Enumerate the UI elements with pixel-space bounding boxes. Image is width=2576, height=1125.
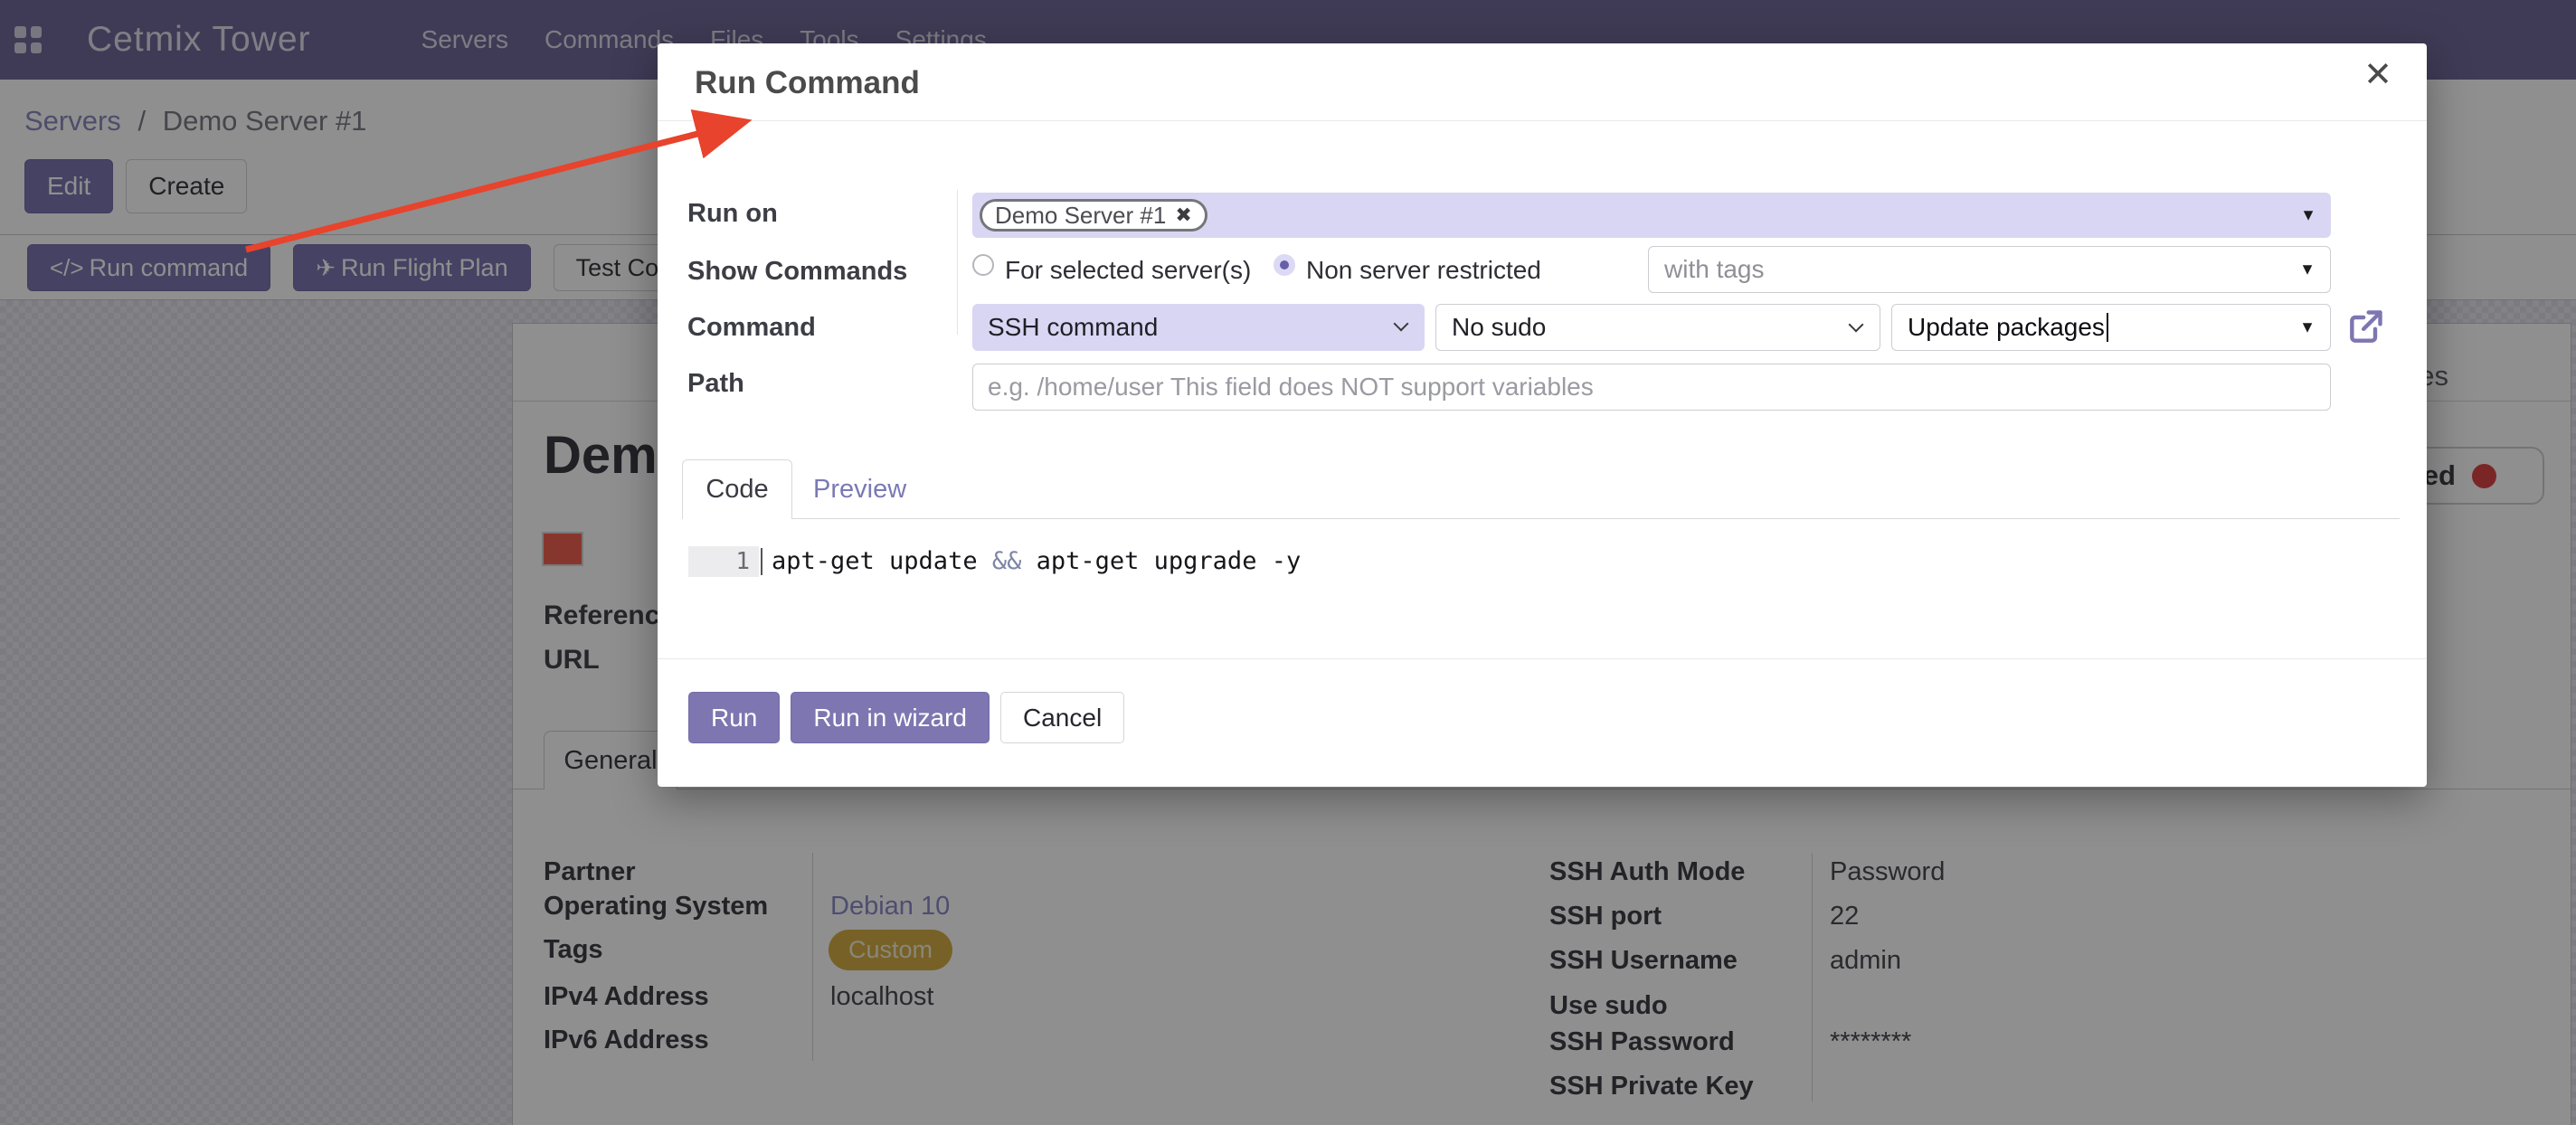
with-tags-placeholder: with tags [1664, 255, 1765, 284]
tab-code[interactable]: Code [682, 459, 792, 519]
command-ref-value: Update packages [1908, 313, 2105, 342]
modal-footer-divider [658, 658, 2427, 659]
radio-for-selected-servers-label[interactable]: For selected server(s) [1005, 256, 1251, 285]
sudo-select[interactable]: No sudo [1435, 304, 1880, 351]
run-on-field[interactable]: Demo Server #1 ✖ ▼ [972, 193, 2331, 238]
external-link-icon[interactable] [2345, 307, 2385, 347]
radio-non-server-restricted[interactable] [1274, 254, 1295, 276]
code-editor[interactable]: 1 apt-get update && apt-get upgrade -y [688, 546, 1301, 577]
code-line-text: apt-get update && apt-get upgrade -y [772, 546, 1301, 577]
modal-footer: Run Run in wizard Cancel [688, 692, 1124, 743]
path-input[interactable] [972, 364, 2331, 411]
modal-tab-line [682, 518, 2400, 519]
run-button[interactable]: Run [688, 692, 780, 743]
editor-caret [761, 548, 762, 575]
run-on-label: Run on [687, 199, 778, 229]
run-command-modal: Run Command ✕ Run on Show Commands Comma… [658, 43, 2427, 787]
select-chevron-icon [1394, 317, 1409, 332]
run-in-wizard-button[interactable]: Run in wizard [791, 692, 990, 743]
code-part2: apt-get upgrade -y [1021, 547, 1301, 575]
tag-remove-icon[interactable]: ✖ [1175, 203, 1191, 227]
cancel-button[interactable]: Cancel [1000, 692, 1124, 743]
dropdown-arrow-icon[interactable]: ▼ [2300, 206, 2316, 225]
modal-group-separator [957, 190, 958, 335]
command-ref-combobox[interactable]: Update packages ▼ [1891, 304, 2331, 351]
dropdown-arrow-icon: ▼ [2299, 318, 2316, 337]
radio-non-server-restricted-label[interactable]: Non server restricted [1306, 256, 1541, 285]
modal-title: Run Command [695, 65, 920, 101]
text-caret [2107, 313, 2108, 342]
command-type-value: SSH command [988, 313, 1158, 342]
radio-for-selected-servers[interactable] [972, 254, 994, 276]
dropdown-arrow-icon: ▼ [2299, 260, 2316, 279]
code-line-number: 1 [688, 546, 759, 577]
sudo-value: No sudo [1452, 313, 1546, 342]
show-commands-label: Show Commands [687, 257, 907, 287]
select-chevron-icon [1849, 317, 1864, 333]
server-tag-label: Demo Server #1 [995, 202, 1166, 230]
path-label: Path [687, 369, 744, 399]
code-operator: && [992, 547, 1022, 575]
with-tags-dropdown[interactable]: with tags ▼ [1648, 246, 2331, 293]
code-part1: apt-get update [772, 547, 992, 575]
tab-preview[interactable]: Preview [813, 475, 906, 505]
close-icon[interactable]: ✕ [2363, 58, 2392, 92]
modal-header-divider [658, 120, 2427, 121]
server-tag-pill: Demo Server #1 ✖ [980, 199, 1208, 232]
command-type-select[interactable]: SSH command [972, 304, 1425, 351]
app-window: Cetmix Tower Servers Commands Files Tool… [0, 0, 2576, 1125]
command-label: Command [687, 313, 816, 343]
